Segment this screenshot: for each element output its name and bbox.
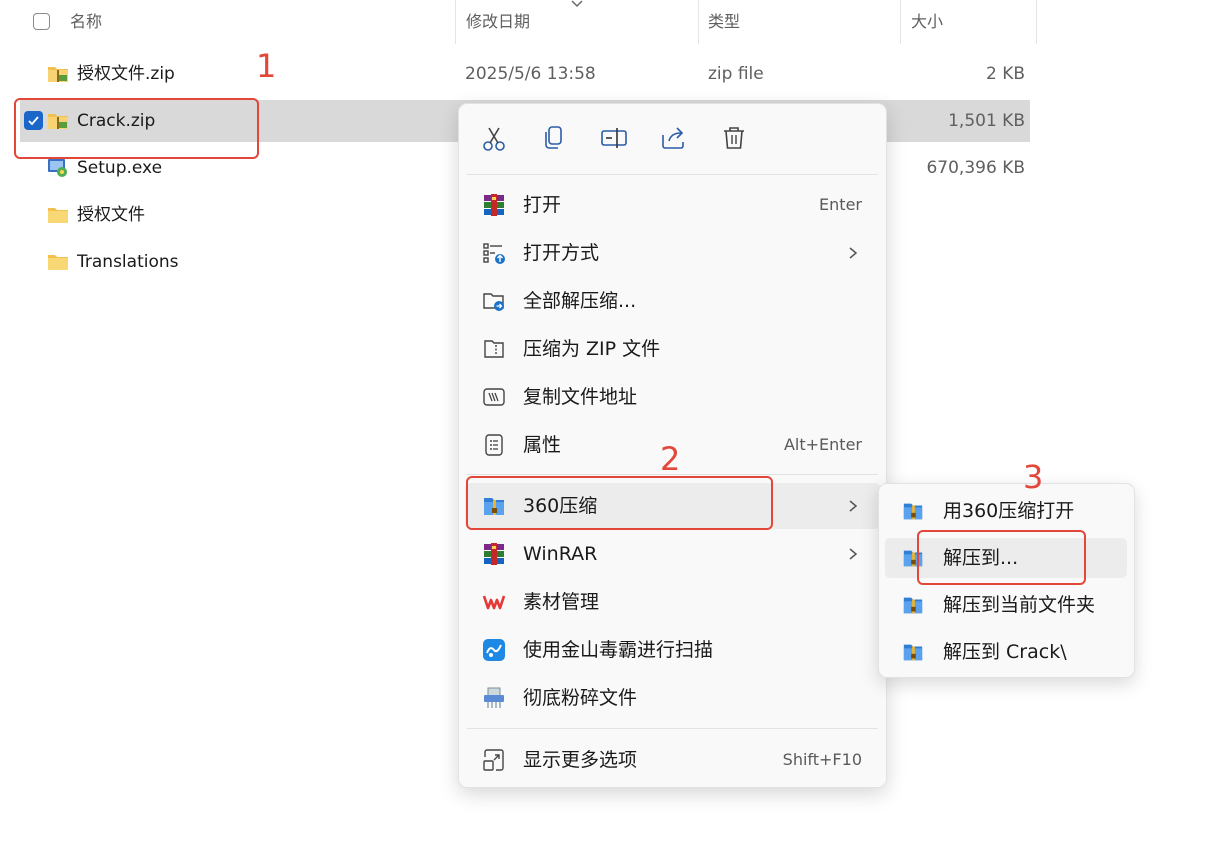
extract-all-icon [483,293,504,311]
file-type: zip file [708,64,764,84]
submenu-item-extract-to-crack[interactable]: 解压到 Crack\ [885,632,1127,672]
file-row[interactable]: 授权文件.zip 2025/5/6 13:58 zip file 2 KB [20,53,1030,95]
menu-item-open-with[interactable]: 打开方式 [465,230,880,276]
annotation-box-step2 [466,476,773,530]
menu-item-label: 全部解压缩... [523,290,637,312]
share-icon[interactable] [657,121,691,155]
360zip-icon [903,503,923,520]
shredder-icon [484,687,504,708]
file-size: 2 KB [985,64,1025,84]
menu-item-extract-all[interactable]: 全部解压缩... [465,278,880,324]
winrar-icon [484,194,504,216]
menu-item-antivirus-scan[interactable]: 使用金山毒霸进行扫描 [465,627,880,673]
context-menu-toolbar [459,104,886,172]
menu-item-asset-manager[interactable]: 素材管理 [465,579,880,625]
menu-item-label: 显示更多选项 [523,749,638,771]
annotation-number-step2: 2 [660,440,681,478]
more-options-icon [483,749,504,771]
column-separator[interactable] [900,0,901,44]
submenu-item-extract-here[interactable]: 解压到当前文件夹 [885,585,1127,625]
column-separator[interactable] [455,0,456,44]
menu-divider [467,728,878,729]
properties-icon [485,434,503,456]
installer-icon [48,159,67,177]
column-header-name[interactable]: 名称 [70,0,102,44]
menu-item-show-more-options[interactable]: 显示更多选项 Shift+F10 [465,737,880,783]
360zip-icon [903,597,923,614]
sort-chevron-icon [571,0,583,8]
menu-item-label: 打开方式 [523,242,600,264]
zip-compress-icon [484,340,504,358]
zip-folder-icon [48,67,68,82]
select-all-checkbox[interactable] [33,13,50,30]
file-size: 1,501 KB [948,111,1025,131]
annotation-box-step3 [917,530,1086,585]
column-separator[interactable] [1036,0,1037,44]
submenu-item-open-with-360[interactable]: 用360压缩打开 [885,491,1127,531]
menu-item-label: WinRAR [523,543,598,565]
file-date: 2025/5/6 13:58 [465,64,596,84]
file-name: 授权文件 [77,205,145,225]
winrar-icon [484,543,504,565]
menu-item-shred-file[interactable]: 彻底粉碎文件 [465,675,880,721]
menu-item-open[interactable]: 打开 Enter [465,182,880,228]
menu-divider [467,174,878,175]
menu-item-winrar[interactable]: WinRAR [465,531,880,577]
submenu-item-label: 解压到 Crack\ [943,641,1067,663]
menu-item-label: 素材管理 [523,591,600,613]
folder-icon [48,255,68,270]
wps-icon [482,595,506,610]
open-with-icon [483,243,505,264]
column-header-date[interactable]: 修改日期 [466,0,530,44]
submenu-item-label: 解压到当前文件夹 [943,594,1096,616]
annotation-number-step1: 1 [256,47,277,85]
file-name: Translations [77,252,179,272]
delete-icon[interactable] [717,121,751,155]
folder-icon [48,208,68,223]
rename-icon[interactable] [597,121,631,155]
menu-item-shortcut: Shift+F10 [782,750,862,769]
file-list-header: 名称 修改日期 类型 大小 [0,0,1040,44]
column-separator[interactable] [698,0,699,44]
menu-item-compress-zip[interactable]: 压缩为 ZIP 文件 [465,326,880,372]
menu-item-shortcut: Enter [819,195,862,214]
chevron-right-icon [849,500,858,512]
file-name: 授权文件.zip [77,64,175,84]
chevron-right-icon [849,548,858,560]
file-size: 670,396 KB [926,158,1025,178]
cut-icon[interactable] [477,121,511,155]
annotation-box-step1 [14,98,259,159]
column-header-type[interactable]: 类型 [708,0,740,44]
submenu-item-label: 用360压缩打开 [943,500,1075,522]
menu-item-label: 使用金山毒霸进行扫描 [523,639,714,661]
menu-item-label: 属性 [523,434,562,456]
menu-item-label: 压缩为 ZIP 文件 [523,338,661,360]
menu-item-copy-path[interactable]: 复制文件地址 [465,374,880,420]
kingsoft-antivirus-icon [483,639,505,661]
copy-path-icon [483,388,505,406]
360zip-icon [903,644,923,661]
menu-item-label: 打开 [523,194,562,216]
menu-item-label: 彻底粉碎文件 [523,687,638,709]
chevron-right-icon [849,247,858,259]
menu-item-label: 复制文件地址 [523,386,638,408]
menu-item-shortcut: Alt+Enter [783,435,862,454]
annotation-number-step3: 3 [1023,458,1044,496]
copy-icon[interactable] [537,121,571,155]
column-header-size[interactable]: 大小 [911,0,943,44]
